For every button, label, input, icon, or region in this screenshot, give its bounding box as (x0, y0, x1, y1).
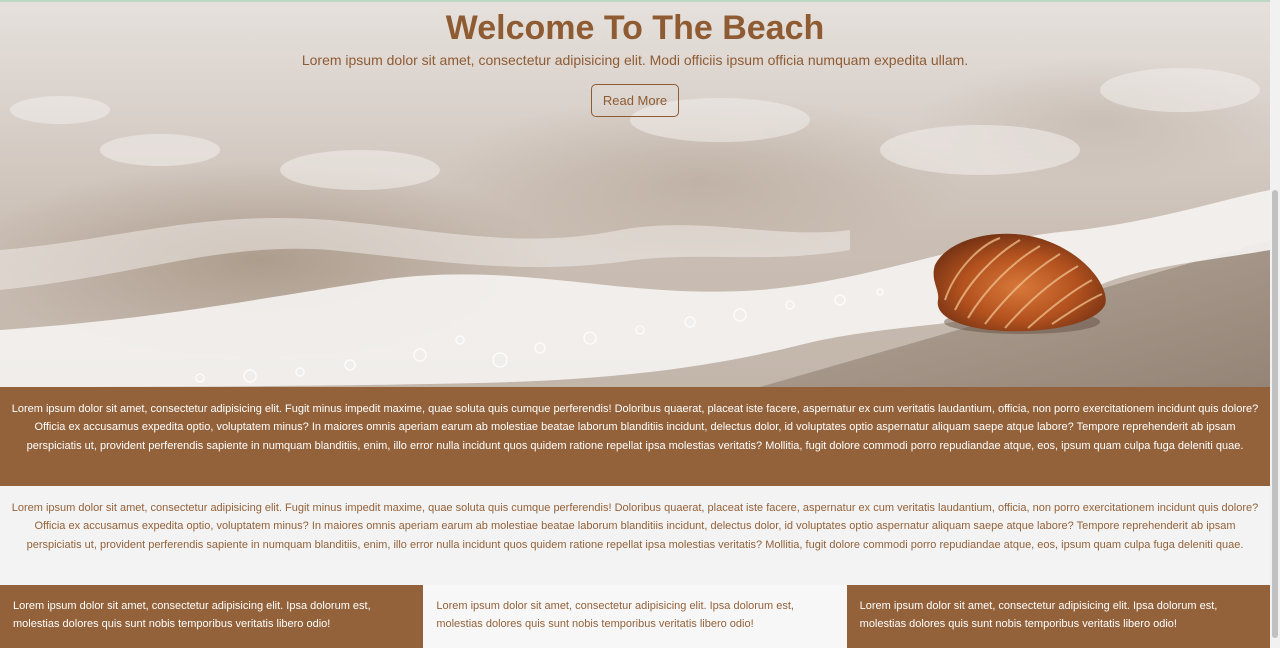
feature-column-text: Lorem ipsum dolor sit amet, consectetur … (436, 600, 794, 631)
scrollbar-thumb[interactable] (1272, 190, 1278, 638)
hero-title: Welcome To The Beach (445, 9, 825, 47)
feature-column-2: Lorem ipsum dolor sit amet, consectetur … (423, 585, 847, 648)
feature-column-text: Lorem ipsum dolor sit amet, consectetur … (13, 600, 371, 631)
hero-banner: Welcome To The Beach Lorem ipsum dolor s… (0, 0, 1270, 387)
feature-column-text: Lorem ipsum dolor sit amet, consectetur … (859, 600, 1218, 631)
intro-section-brown: Lorem ipsum dolor sit amet, consectetur … (0, 387, 1270, 486)
feature-column-3: Lorem ipsum dolor sit amet, consectetur … (846, 585, 1270, 648)
secondary-paragraph: Lorem ipsum dolor sit amet, consectetur … (11, 502, 1259, 551)
feature-column-1: Lorem ipsum dolor sit amet, consectetur … (0, 585, 424, 648)
read-more-button[interactable]: Read More (591, 84, 679, 117)
vertical-scrollbar[interactable] (1270, 0, 1280, 648)
intro-section-light: Lorem ipsum dolor sit amet, consectetur … (0, 486, 1270, 585)
hero-subtitle: Lorem ipsum dolor sit amet, consectetur … (301, 52, 969, 68)
feature-columns: Lorem ipsum dolor sit amet, consectetur … (0, 585, 1270, 648)
intro-paragraph: Lorem ipsum dolor sit amet, consectetur … (11, 403, 1259, 452)
top-border (0, 0, 1270, 2)
page: Welcome To The Beach Lorem ipsum dolor s… (0, 0, 1270, 648)
